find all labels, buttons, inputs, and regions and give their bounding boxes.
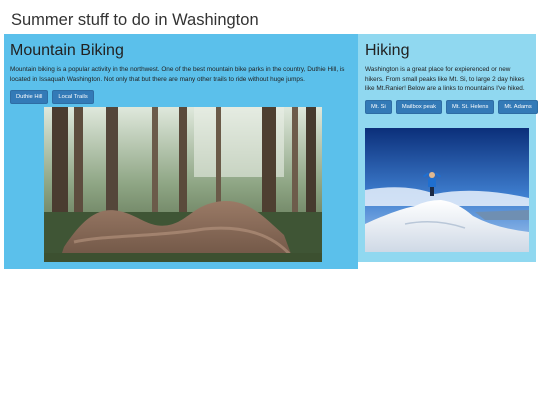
hiking-heading: Hiking (365, 42, 410, 59)
mountain-bike-trail-image (44, 107, 322, 262)
mountain-biking-heading: Mountain Biking (10, 42, 124, 59)
mountain-biking-description: Mountain biking is a popular activity in… (10, 66, 345, 83)
mt-adams-button[interactable]: Mt. Adams (498, 99, 538, 114)
hiking-button-row: Mt. Si Mailbox peak Mt. St. Helens Mt. A… (365, 99, 538, 114)
snowy-summit-image (365, 128, 529, 252)
mailbox-peak-button[interactable]: Mailbox peak (395, 99, 442, 114)
page-title: Summer stuff to do in Washington (11, 11, 259, 29)
duthie-hill-button[interactable]: Duthie Hill (10, 90, 49, 105)
hiking-panel: Hiking Washington is a great place for e… (358, 34, 538, 262)
mountain-biking-panel: Mountain Biking Mountain biking is a pop… (4, 34, 358, 269)
mt-st-helens-button[interactable]: Mt. St. Helens (445, 99, 495, 114)
mt-si-button[interactable]: Mt. Si (365, 99, 392, 114)
mountain-biking-button-row: Duthie Hill Local Trails (10, 90, 352, 105)
local-trails-button[interactable]: Local Trails (52, 90, 94, 105)
hiking-description: Washington is a great place for expieren… (365, 66, 525, 93)
